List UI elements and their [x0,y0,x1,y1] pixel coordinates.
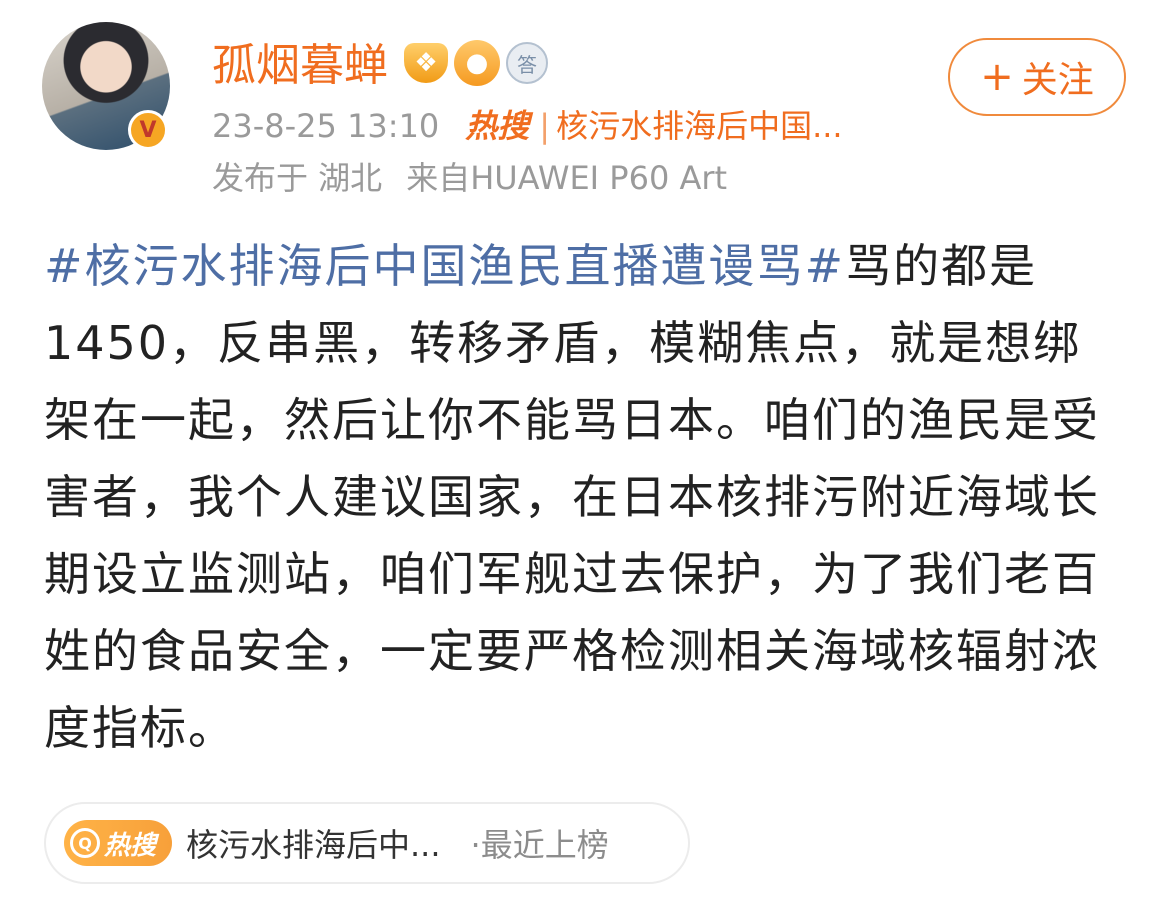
username[interactable]: 孤烟暮蝉 [212,38,388,94]
hot-search-label[interactable]: 热搜 [465,104,529,148]
search-icon: Q [70,828,100,858]
fish-icon[interactable]: ● [454,40,500,86]
medal-icon[interactable]: ❖ [404,43,448,83]
hot-search-icon-label: 热搜 [104,830,157,861]
hot-search-icon: Q 热搜 [64,820,172,866]
post-datetime: 23-8-25 13:10 [212,107,440,145]
follow-label: 关注 [1021,60,1094,101]
post-text: 骂的都是1450，反串黑，转移矛盾，模糊焦点，就是想绑架在一起，然后让你不能骂日… [44,239,1100,755]
post-body: #核污水排海后中国渔民直播遭谩骂#骂的都是1450，反串黑，转移矛盾，模糊焦点，… [44,228,1128,767]
topic-card-title: 核污水排海后中... [186,826,441,864]
verified-badge-icon: V [128,110,168,150]
divider: | [539,107,551,145]
post-device: 来自HUAWEI P60 Art [406,159,728,197]
post-location: 发布于 湖北 [212,159,383,197]
hashtag-link[interactable]: #核污水排海后中国渔民直播遭谩骂# [44,239,845,293]
plus-icon: + [980,54,1014,100]
topic-card-status: ·最近上榜 [470,826,609,864]
hot-topic-card[interactable]: Q 热搜 核污水排海后中... ·最近上榜 [44,802,690,884]
answer-badge-icon[interactable]: 答 [506,42,548,84]
post-meta: 23-8-25 13:10 热搜 | 核污水排海后中国... [212,104,843,148]
user-badges: ❖ ● 答 [404,40,548,86]
post-source: 发布于 湖北 来自HUAWEI P60 Art [212,156,727,200]
hot-search-topic-link[interactable]: 核污水排海后中国... [556,104,843,148]
follow-button[interactable]: + 关注 [948,38,1126,116]
